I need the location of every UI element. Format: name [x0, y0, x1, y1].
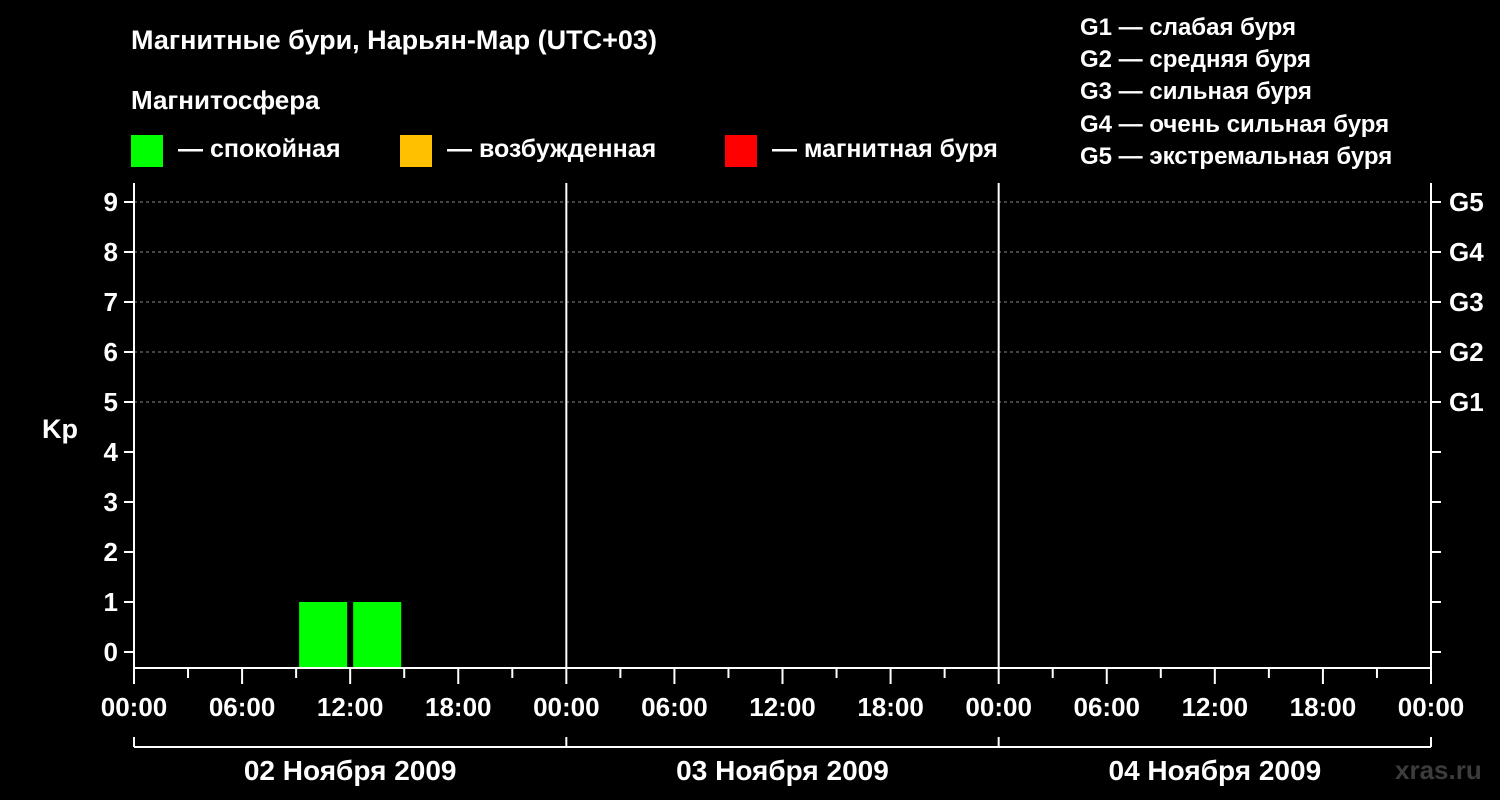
x-tick-label-0: 00:00 — [101, 692, 168, 722]
y-tick-label-8: 8 — [104, 237, 118, 267]
g-tick-label-G1: G1 — [1449, 387, 1484, 417]
x-tick-label-7: 18:00 — [857, 692, 924, 722]
day-label-0: 02 Ноября 2009 — [244, 755, 457, 786]
g-tick-label-G5: G5 — [1449, 187, 1484, 217]
x-tick-label-10: 12:00 — [1182, 692, 1249, 722]
y-tick-label-7: 7 — [104, 287, 118, 317]
y-tick-label-3: 3 — [104, 487, 118, 517]
kp-bar-0 — [299, 602, 348, 668]
g-tick-label-G2: G2 — [1449, 337, 1484, 367]
x-tick-label-8: 00:00 — [965, 692, 1032, 722]
x-tick-label-3: 18:00 — [425, 692, 492, 722]
g-tick-label-G4: G4 — [1449, 237, 1484, 267]
kp-bar-1 — [353, 602, 402, 668]
x-tick-label-1: 06:00 — [209, 692, 276, 722]
day-label-1: 03 Ноября 2009 — [676, 755, 889, 786]
y-tick-label-5: 5 — [104, 387, 118, 417]
y-tick-label-4: 4 — [104, 437, 119, 467]
x-tick-label-9: 06:00 — [1074, 692, 1141, 722]
y-tick-label-6: 6 — [104, 337, 118, 367]
y-tick-label-9: 9 — [104, 187, 118, 217]
x-tick-label-6: 12:00 — [749, 692, 816, 722]
x-tick-label-4: 00:00 — [533, 692, 600, 722]
y-tick-label-2: 2 — [104, 537, 118, 567]
kp-chart-page: Магнитные бури, Нарьян-Мар (UTC+03) Магн… — [0, 0, 1500, 800]
x-tick-label-2: 12:00 — [317, 692, 384, 722]
y-tick-label-1: 1 — [104, 587, 118, 617]
x-tick-label-11: 18:00 — [1290, 692, 1357, 722]
kp-chart-svg: 0 1 2 3 4 5 6 7 8 9 G1 G2 G3 G4 G5 Kp 00:00 06:00 12:00 18:… — [42, 183, 1484, 786]
y-tick-label-0: 0 — [104, 637, 118, 667]
x-tick-label-5: 06:00 — [641, 692, 708, 722]
y-axis-label: Kp — [42, 414, 78, 444]
g-tick-label-G3: G3 — [1449, 287, 1484, 317]
day-label-2: 04 Ноября 2009 — [1109, 755, 1322, 786]
x-tick-label-12: 00:00 — [1398, 692, 1465, 722]
